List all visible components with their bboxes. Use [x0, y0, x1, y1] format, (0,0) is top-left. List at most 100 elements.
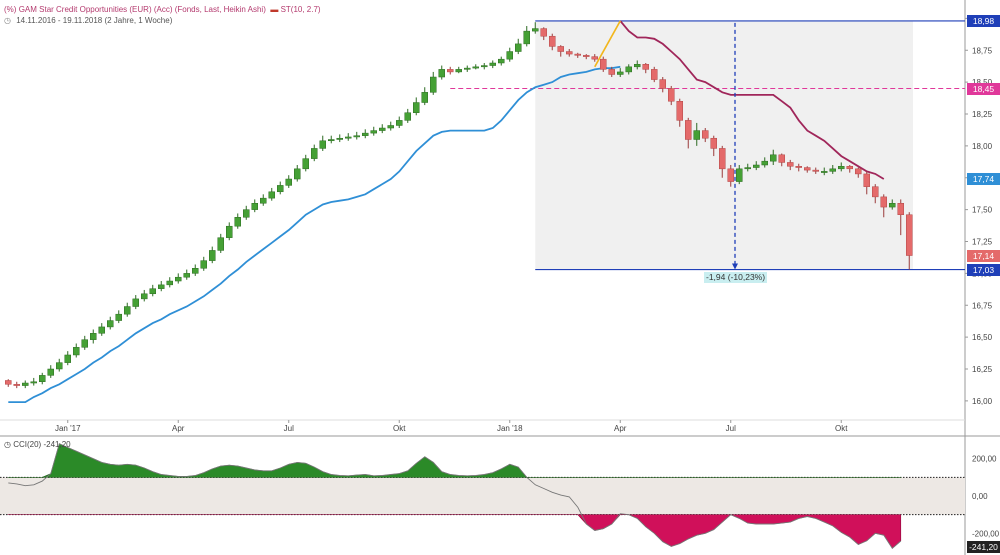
time-tick-label: Jul [284, 424, 294, 433]
candle-body [651, 69, 658, 80]
instrument-name[interactable]: GAM Star Credit Opportunities (EUR) (Acc… [19, 5, 266, 14]
candle-body [166, 280, 173, 286]
candle-body [345, 136, 352, 139]
price-tick-label: 16,75 [972, 301, 993, 310]
price-tick-label: 18,00 [972, 142, 993, 151]
candle-body [727, 168, 734, 182]
candle-body [608, 69, 615, 75]
candle-body [413, 102, 420, 113]
time-tick-label: Apr [172, 424, 185, 433]
candle-body [328, 139, 335, 142]
candle-body [498, 58, 505, 64]
time-tick-label: Okt [835, 424, 848, 433]
candle-body [634, 64, 641, 68]
candle-body [787, 162, 794, 167]
candle-body [549, 35, 556, 47]
price-tick-label: 16,00 [972, 397, 993, 406]
candle-body [226, 225, 233, 238]
candle-body [897, 203, 904, 215]
candle-body [115, 313, 122, 321]
candle-body [285, 178, 292, 186]
candle-body [855, 168, 862, 175]
cci-neutral-band [0, 477, 965, 515]
candle-body [523, 30, 530, 45]
time-tick-label: Apr [614, 424, 627, 433]
price-chart[interactable]: 19,0018,7518,5018,2518,0017,7517,5017,25… [0, 0, 1000, 555]
candle-body [200, 260, 207, 269]
time-tick-label: Jan '18 [497, 424, 523, 433]
price-tick-label: 17,25 [972, 238, 993, 247]
candle-body [277, 185, 284, 193]
candle-body [804, 167, 811, 171]
candle-body [583, 55, 590, 57]
candle-body [515, 43, 522, 52]
candle-body [506, 51, 513, 60]
candle-body [47, 368, 54, 376]
cci-badge: -241,20 [967, 541, 1000, 553]
candle-body [447, 69, 454, 73]
candle-body [251, 203, 258, 210]
candle-body [396, 120, 403, 126]
price-badge: 17,03 [967, 263, 1000, 276]
cci-header: ◷ CCI(20) -241,20 [4, 440, 71, 449]
candle-body [353, 135, 360, 138]
candle-body [659, 79, 666, 89]
candle-body [880, 196, 887, 208]
candle-body [770, 154, 777, 162]
candle-body [693, 130, 700, 140]
supertrend-up-line [8, 65, 621, 403]
candle-body [81, 339, 88, 348]
cci-positive-area [7, 443, 902, 478]
time-tick-label: Jul [726, 424, 736, 433]
candle-body [5, 380, 12, 385]
indicator-dash-icon: ▬ [270, 5, 279, 14]
candle-body [132, 298, 139, 307]
price-tick-label: 16,25 [972, 365, 993, 374]
cci-negative-area [7, 514, 902, 549]
candle-body [39, 375, 46, 382]
candle-body [744, 167, 751, 170]
candle-body [838, 166, 845, 170]
chart-header-title: (%) GAM Star Credit Opportunities (EUR) … [4, 5, 321, 14]
candle-body [464, 67, 471, 70]
candle-body [795, 166, 802, 168]
candle-body [812, 169, 819, 172]
price-badge: 18,45 [967, 82, 1000, 95]
candle-body [387, 125, 394, 129]
price-badge: 17,14 [967, 249, 1000, 262]
indicator-label[interactable]: ST(10, 2.7) [281, 5, 321, 14]
candle-body [158, 284, 165, 289]
period-resolution: (2 Jahre, 1 Woche) [104, 16, 173, 25]
candle-body [379, 127, 386, 131]
price-badge: 17,74 [967, 173, 1000, 186]
cci-label[interactable]: CCI(20) [13, 440, 41, 449]
clock-icon: ◷ [4, 16, 11, 25]
candle-body [489, 62, 496, 66]
candle-body [183, 273, 190, 278]
candle-body [676, 101, 683, 121]
price-tick-label: 16,50 [972, 333, 993, 342]
candle-body [778, 154, 785, 163]
candle-body [268, 191, 275, 199]
candle-body [209, 250, 216, 261]
candle-body [175, 276, 182, 282]
chart-header-period: ◷ 14.11.2016 - 19.11.2018 (2 Jahre, 1 Wo… [4, 16, 172, 25]
candle-body [863, 173, 870, 187]
candle-body [30, 381, 37, 384]
candle-body [617, 71, 624, 75]
candle-body [719, 148, 726, 170]
candle-body [260, 197, 267, 204]
candle-body [22, 382, 29, 386]
candle-body [574, 53, 581, 56]
candle-body [13, 384, 20, 386]
candle-body [889, 203, 896, 208]
cci-tick-label: 0,00 [972, 492, 988, 501]
price-badge: 18,98 [967, 14, 1000, 27]
candle-body [141, 293, 148, 300]
measurement-label: -1,94 (-10,23%) [704, 271, 768, 283]
candle-body [438, 69, 445, 78]
candle-body [829, 168, 836, 172]
candle-body [753, 164, 760, 168]
candle-body [846, 166, 853, 170]
candle-body [591, 56, 598, 60]
